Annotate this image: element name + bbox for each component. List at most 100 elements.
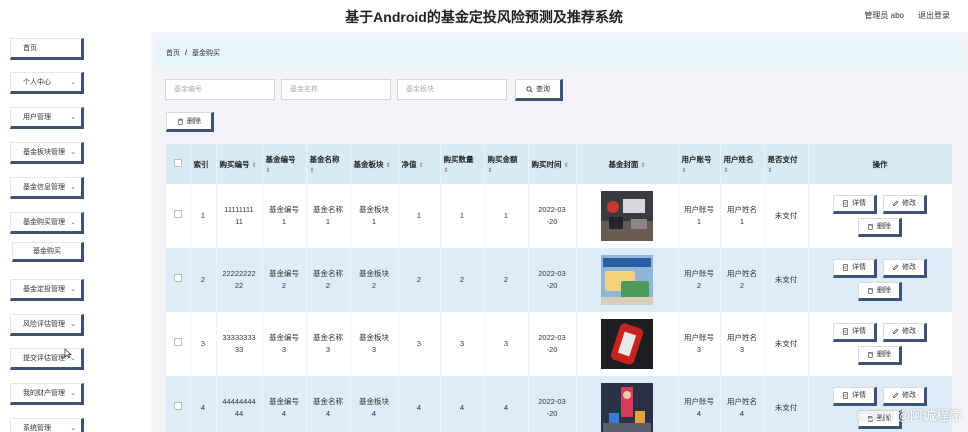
col-header: 操作: [808, 144, 952, 184]
row-checkbox[interactable]: [166, 248, 191, 312]
cell-paid: 未支付: [764, 248, 809, 312]
cell-index: 1: [190, 184, 217, 248]
table-row: 3 33333333 33 基金编号 3 基金名称 3 基金板块 3 3 3 3 2022-03 -20 用…: [166, 312, 952, 376]
sort-icon: ⇕: [767, 168, 773, 174]
cell-fund-sector: 基金板块 1: [350, 184, 399, 248]
edit-button[interactable]: 修改: [883, 387, 927, 406]
sidebar-item-users[interactable]: 用户管理 ⌄: [10, 107, 84, 129]
row-checkbox[interactable]: [166, 184, 191, 248]
sidebar-item-fund-purchase-mgmt[interactable]: 基金购买管理 ⌄: [10, 212, 84, 234]
breadcrumb-current: 基金购买: [191, 50, 220, 57]
app-title: 基于Android的基金定投风险预测及推荐系统: [345, 9, 623, 25]
detail-button[interactable]: 详情: [833, 195, 877, 214]
detail-button[interactable]: 详情: [833, 323, 877, 342]
row-checkbox[interactable]: [166, 312, 191, 376]
cell-amount: 2: [484, 248, 529, 312]
edit-button[interactable]: 修改: [883, 195, 927, 214]
sidebar-item-fund-sectors[interactable]: 基金板块管理 ⌄: [10, 142, 84, 164]
edit-button[interactable]: 修改: [883, 259, 927, 278]
cell-actions: 详情 修改删除: [808, 248, 952, 312]
cell-time: 2022-03 -20: [528, 184, 577, 248]
trash-icon: [868, 352, 873, 358]
sidebar-item-profile[interactable]: 个人中心 ⌄: [10, 72, 84, 94]
sidebar-item-fund-info[interactable]: 基金信息管理 ⌄: [10, 177, 84, 199]
cell-nav: 3: [398, 312, 441, 376]
cell-qty: 1: [440, 184, 485, 248]
breadcrumb: 首页 / 基金购买: [156, 40, 962, 66]
cell-purchase-no: 44444444 44: [216, 376, 263, 432]
batch-delete-button[interactable]: 删除: [166, 112, 214, 132]
detail-button[interactable]: 详情: [833, 387, 877, 406]
query-button[interactable]: 查询: [515, 79, 563, 101]
sidebar-item-submit-assessment[interactable]: 提交评估管理 ⌄: [10, 348, 84, 370]
sidebar-item-fund-sip[interactable]: 基金定投管理 ⌄: [10, 279, 84, 301]
cell-fund-sector: 基金板块 2: [350, 248, 399, 312]
cell-purchase-no: 22222222 22: [216, 248, 263, 312]
cell-fund-name: 基金名称 1: [306, 184, 351, 248]
select-all-checkbox[interactable]: [166, 144, 191, 184]
logout-link[interactable]: 退出登录: [918, 10, 950, 21]
sidebar-item-label: 基金定投管理: [23, 286, 65, 293]
col-header[interactable]: 基金编号 ⇕: [262, 144, 307, 184]
col-header[interactable]: 基金封面 ⇕: [576, 144, 679, 184]
watermark: CSDN @阿诚程序: [856, 408, 962, 423]
fund-sector-input[interactable]: [397, 79, 507, 100]
table-row: 2 22222222 22 基金编号 2 基金名称 2 基金板块 2 2 2 2 2022-03 -20 用…: [166, 248, 952, 312]
cell-amount: 3: [484, 312, 529, 376]
col-header[interactable]: 基金名称 ⇕: [306, 144, 351, 184]
fund-code-input[interactable]: [165, 79, 275, 100]
col-header[interactable]: 净值 ⇕: [398, 144, 441, 184]
delete-button[interactable]: 删除: [858, 282, 902, 301]
sidebar-item-risk-assessment[interactable]: 风险评估管理 ⌄: [10, 314, 84, 336]
cell-user-account: 用户账号 2: [678, 248, 721, 312]
sidebar-item-label: 基金购买管理: [23, 219, 65, 226]
delete-button[interactable]: 删除: [858, 218, 902, 237]
cell-nav: 2: [398, 248, 441, 312]
fund-cover-image[interactable]: [601, 383, 653, 432]
sidebar-item-my-assets[interactable]: 我的财产管理 ⌄: [10, 383, 84, 405]
col-header[interactable]: 用户账号 ⇕: [678, 144, 721, 184]
chevron-down-icon: ⌄: [70, 286, 76, 293]
sidebar-item-label: 基金信息管理: [23, 184, 65, 191]
chevron-down-icon: ⌄: [70, 321, 76, 328]
query-button-label: 查询: [536, 86, 550, 93]
col-header[interactable]: 用户姓名 ⇕: [720, 144, 765, 184]
fund-cover-image[interactable]: [601, 255, 653, 305]
document-icon: [843, 200, 848, 207]
delete-button[interactable]: 删除: [858, 346, 902, 365]
cell-cover: [576, 376, 679, 432]
col-header[interactable]: 是否支付 ⇕: [764, 144, 809, 184]
sidebar-item-system[interactable]: 系统管理 ⌄: [10, 418, 84, 432]
cell-nav: 4: [398, 376, 441, 432]
cell-purchase-no: 33333333 33: [216, 312, 263, 376]
sidebar-item-home[interactable]: 首页: [10, 38, 84, 60]
cell-index: 4: [190, 376, 217, 432]
edit-button[interactable]: 修改: [883, 323, 927, 342]
current-user[interactable]: 管理员 abo: [864, 10, 904, 21]
breadcrumb-home[interactable]: 首页: [166, 48, 180, 58]
sidebar-subitem-fund-purchase[interactable]: 基金购买: [12, 242, 84, 262]
table-header-row: 索引 购买编号 ⇕ 基金编号 ⇕ 基金名称 ⇕ 基金板块 ⇕ 净值 ⇕ 购买数量…: [166, 144, 952, 184]
sidebar-item-label: 首页: [23, 45, 37, 52]
sort-icon: ⇕: [487, 168, 493, 174]
cell-user-account: 用户账号 1: [678, 184, 721, 248]
row-checkbox[interactable]: [166, 376, 191, 432]
cell-nav: 1: [398, 184, 441, 248]
document-icon: [843, 264, 848, 271]
cell-user-account: 用户账号 3: [678, 312, 721, 376]
fund-cover-image[interactable]: [601, 319, 653, 369]
col-header[interactable]: 购买金额 ⇕: [484, 144, 529, 184]
cell-qty: 3: [440, 312, 485, 376]
detail-button[interactable]: 详情: [833, 259, 877, 278]
cell-paid: 未支付: [764, 184, 809, 248]
fund-name-input[interactable]: [281, 79, 391, 100]
col-header[interactable]: 购买编号 ⇕: [216, 144, 263, 184]
cell-fund-code: 基金编号 3: [262, 312, 307, 376]
cell-amount: 4: [484, 376, 529, 432]
col-header[interactable]: 购买数量 ⇕: [440, 144, 485, 184]
fund-cover-image[interactable]: [601, 191, 653, 241]
pencil-icon: [892, 328, 899, 335]
search-bar: 查询: [165, 79, 563, 101]
col-header[interactable]: 购买时间 ⇕: [528, 144, 577, 184]
col-header[interactable]: 基金板块 ⇕: [350, 144, 399, 184]
